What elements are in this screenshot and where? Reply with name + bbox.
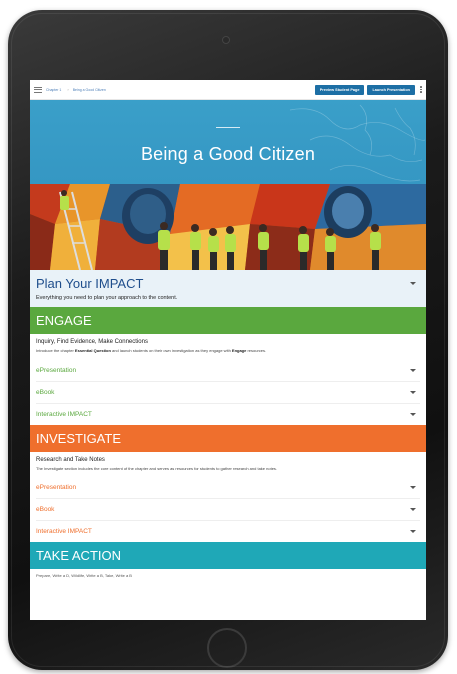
chevron-down-icon[interactable] xyxy=(410,486,416,489)
engage-description: Introduce the chapter Essential Question… xyxy=(36,348,267,353)
investigate-heading: Research and Take Notes xyxy=(36,456,105,463)
engage-epresentation-row[interactable]: ePresentation xyxy=(36,360,420,381)
page-title: Being a Good Citizen xyxy=(140,144,316,164)
take-action-header: TAKE ACTION xyxy=(30,542,426,569)
investigate-header: INVESTIGATE xyxy=(30,424,426,452)
engage-header: ENGAGE xyxy=(30,307,426,334)
more-options-icon[interactable] xyxy=(420,86,422,93)
engage-interactive-impact-label[interactable]: Interactive IMPACT xyxy=(36,411,92,418)
home-button[interactable] xyxy=(207,628,247,668)
tablet-screen: Chapter 1 › Being a Good Citizen Preview… xyxy=(30,80,426,620)
investigate-ebook-label[interactable]: eBook xyxy=(36,506,54,513)
tablet-frame: Chapter 1 › Being a Good Citizen Preview… xyxy=(8,10,448,670)
engage-ebook-label[interactable]: eBook xyxy=(36,389,54,396)
chevron-down-icon[interactable] xyxy=(410,368,416,372)
breadcrumb-chapter[interactable]: Chapter 1 xyxy=(46,88,61,92)
preview-student-page-button[interactable]: Preview Student Page xyxy=(314,84,365,95)
plan-header[interactable]: Plan Your IMPACT xyxy=(36,276,420,291)
chevron-down-icon[interactable] xyxy=(410,530,416,533)
launch-presentation-button[interactable]: Launch Presentation xyxy=(367,84,415,95)
investigate-section: Research and Take Notes The Investigate … xyxy=(30,452,426,543)
chevron-down-icon[interactable] xyxy=(410,412,416,416)
engage-section: Inquiry, Find Evidence, Make Connections… xyxy=(30,334,426,425)
breadcrumb-lesson[interactable]: Being a Good Citizen xyxy=(73,88,106,92)
breadcrumb-separator: › xyxy=(67,87,69,92)
engage-epresentation-label[interactable]: ePresentation xyxy=(36,367,76,374)
investigate-description: The Investigate section includes the cor… xyxy=(36,465,278,471)
investigate-interactive-impact-label[interactable]: Interactive IMPACT xyxy=(36,528,92,535)
chevron-down-icon[interactable] xyxy=(410,282,416,285)
top-bar: Chapter 1 › Being a Good Citizen Preview… xyxy=(30,80,426,100)
map-pattern-graphic xyxy=(289,104,426,182)
plan-subtitle: Everything you need to plan your approac… xyxy=(36,295,178,301)
chevron-down-icon[interactable] xyxy=(410,508,416,511)
engage-interactive-impact-row[interactable]: Interactive IMPACT xyxy=(36,402,420,425)
investigate-epresentation-row[interactable]: ePresentation xyxy=(36,477,420,498)
mural-image xyxy=(30,184,426,270)
hero-divider xyxy=(216,127,240,128)
menu-icon[interactable] xyxy=(34,86,42,93)
engage-heading: Inquiry, Find Evidence, Make Connections xyxy=(36,339,148,345)
investigate-ebook-row[interactable]: eBook xyxy=(36,498,420,520)
investigate-interactive-impact-row[interactable]: Interactive IMPACT xyxy=(36,520,420,542)
hero-banner: Being a Good Citizen xyxy=(30,100,426,184)
camera-icon xyxy=(222,36,230,44)
chevron-down-icon[interactable] xyxy=(410,390,416,394)
plan-section: Plan Your IMPACT Everything you need to … xyxy=(30,270,426,307)
plan-title: Plan Your IMPACT xyxy=(36,276,144,291)
engage-ebook-row[interactable]: eBook xyxy=(36,380,420,403)
investigate-epresentation-label[interactable]: ePresentation xyxy=(36,484,76,491)
take-action-line: Prepare, Write a D, Wildlife, Write a B,… xyxy=(36,573,132,578)
